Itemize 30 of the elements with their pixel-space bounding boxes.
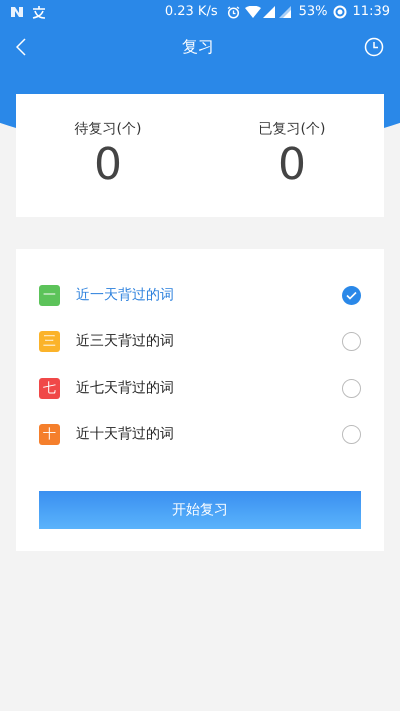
- signal-icon: [262, 6, 275, 18]
- radio-checked[interactable]: [342, 286, 361, 305]
- signal-icon: [278, 6, 291, 18]
- radio-button[interactable]: [342, 425, 361, 444]
- check-icon: [346, 290, 357, 300]
- start-review-button[interactable]: 开始复习: [39, 491, 361, 529]
- battery-ring-icon: [332, 5, 347, 19]
- translate-icon: [32, 6, 46, 18]
- option-label: 近三天背过的词: [76, 332, 175, 352]
- day-badge: 十: [39, 424, 60, 446]
- stat-value: 0: [278, 140, 306, 190]
- option-label: 近十天背过的词: [76, 425, 175, 444]
- n-logo-icon: [10, 6, 24, 18]
- stat-label: 已复习(个): [258, 120, 326, 139]
- history-button[interactable]: [364, 37, 384, 57]
- alarm-icon: [226, 6, 240, 18]
- stat-label: 待复习(个): [74, 120, 142, 139]
- page-title: 复习: [182, 36, 214, 58]
- day-badge: 三: [39, 331, 60, 352]
- network-speed: 0.23 K/s: [164, 3, 218, 22]
- option-label: 近七天背过的词: [76, 378, 175, 398]
- day-badge: 一: [39, 284, 60, 306]
- wifi-icon: [244, 6, 261, 18]
- radio-button[interactable]: [342, 378, 361, 398]
- stat-value: 0: [94, 140, 122, 190]
- option-label: 近一天背过的词: [76, 286, 175, 305]
- radio-button[interactable]: [342, 332, 361, 352]
- battery-percent: 53%: [298, 3, 328, 22]
- day-badge: 七: [39, 378, 60, 399]
- clock-time: 11:39: [352, 3, 390, 22]
